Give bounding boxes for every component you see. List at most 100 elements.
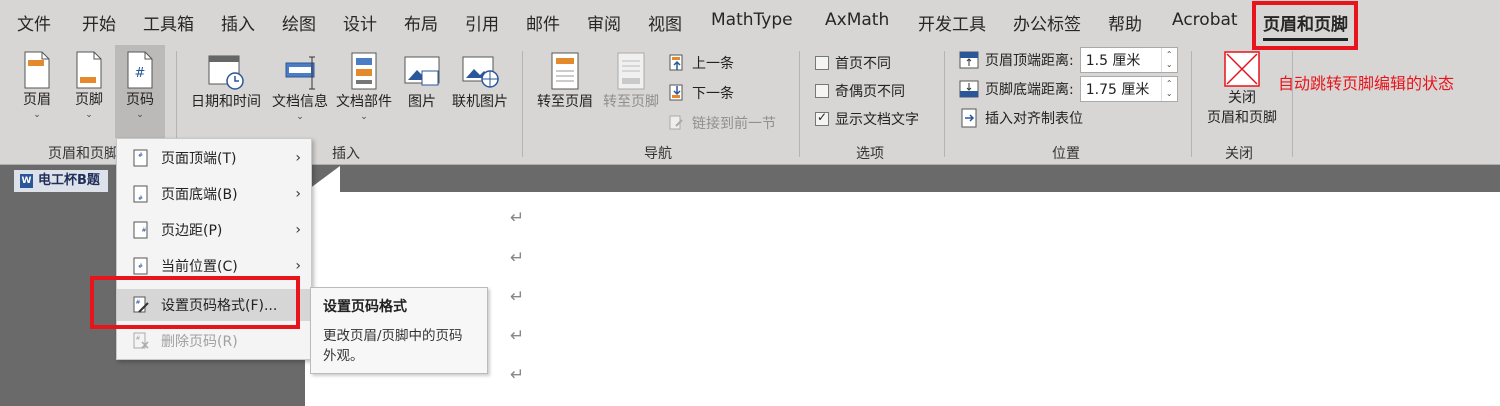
go-to-header-button[interactable]: 转至页眉 [533,51,597,121]
spinner-arrows-icon[interactable]: ⌃ ⌄ [1160,48,1177,72]
document-tab-title: 电工杯B题 [38,173,100,188]
menu-item-label: 页边距(P) [161,223,223,239]
close-label-line1: 关闭 [1228,90,1256,106]
date-time-button[interactable]: 日期和时间 [187,51,265,121]
different-odd-even-checkbox[interactable]: 奇偶页不同 [815,81,905,101]
tab-review[interactable]: 审阅 [587,10,621,35]
group-separator [522,51,523,157]
tooltip-description: 更改页眉/页脚中的页码外观。 [323,328,463,364]
different-first-page-checkbox[interactable]: 首页不同 [815,53,891,73]
footer-bottom-distance-row: 页脚底端距离: 1.75 厘米 ⌃ ⌄ [959,76,1178,102]
group-separator [799,51,800,157]
tab-acrobat[interactable]: Acrobat [1172,10,1238,30]
header-top-distance-label: 页眉顶端距离: [985,53,1074,69]
tooltip-format-page-numbers: 设置页码格式 更改页眉/页脚中的页码外观。 [310,287,488,374]
picture-icon [404,56,440,86]
spinner-arrows-icon[interactable]: ⌃ ⌄ [1160,77,1177,101]
document-parts-button[interactable]: 文档部件 ⌄ [333,51,395,137]
online-pictures-button[interactable]: 联机图片 [447,51,513,121]
menu-item-label: 页面底端(B) [161,187,238,203]
footer-bottom-distance-spinner[interactable]: 1.75 厘米 ⌃ ⌄ [1079,76,1178,102]
menu-item-remove-page-numbers[interactable]: # 删除页码(R) [117,325,311,357]
checkbox-box[interactable] [815,56,829,70]
group-label-close: 关闭 [1225,146,1253,162]
tab-mailings[interactable]: 邮件 [526,10,560,35]
tab-office-tab[interactable]: 办公标签 [1013,10,1081,35]
show-document-text-checkbox[interactable]: 显示文档文字 [815,109,919,129]
footer-bottom-distance-value[interactable]: 1.75 厘米 [1086,79,1150,99]
chevron-right-icon: › [295,150,301,166]
word-doc-icon: W [20,174,33,188]
next-icon [669,84,683,101]
footer-from-bottom-icon [959,80,979,98]
group-label-position: 位置 [1052,146,1080,162]
highlight-box-format-page-numbers [90,276,300,329]
annotation-text: 自动跳转页脚编辑的状态 [1278,74,1455,93]
page-top-icon: # [133,149,148,167]
svg-text:#: # [138,195,143,202]
tab-layout[interactable]: 布局 [404,10,438,35]
go-to-header-icon [551,52,579,90]
group-label-header-footer: 页眉和页脚 [48,146,118,162]
tab-view[interactable]: 视图 [648,10,682,35]
link-to-previous-button[interactable]: 链接到前一节 [668,113,776,133]
date-time-button-label: 日期和时间 [191,94,261,110]
current-position-icon: # [133,257,148,275]
page-number-button[interactable]: # 页码 ⌄ [115,45,165,138]
footer-button[interactable]: 页脚 ⌄ [66,51,112,137]
document-parts-icon [351,52,377,90]
checkbox-box[interactable] [815,84,829,98]
footer-icon [76,51,102,89]
header-icon [24,51,50,89]
paragraph-mark: ↵ [510,326,525,346]
tooltip-title: 设置页码格式 [323,299,407,315]
document-info-button[interactable]: 文档信息 ⌄ [269,51,331,137]
link-icon [669,115,683,130]
show-document-text-label: 显示文档文字 [835,112,919,128]
header-top-distance-spinner[interactable]: 1.5 厘米 ⌃ ⌄ [1079,47,1178,73]
svg-text:#: # [138,152,143,159]
tab-design[interactable]: 设计 [343,10,377,35]
tab-toolbox[interactable]: 工具箱 [143,10,194,35]
tab-insert[interactable]: 插入 [221,10,255,35]
go-to-footer-icon [617,52,645,90]
link-to-previous-label: 链接到前一节 [692,116,776,132]
tab-file[interactable]: 文件 [17,10,51,35]
alignment-tab-icon [961,108,977,128]
menu-item-page-margins[interactable]: # 页边距(P) › [117,214,311,246]
page-margin-icon: # [133,221,148,239]
menu-item-label: 当前位置(C) [161,259,238,275]
insert-alignment-tab-label: 插入对齐制表位 [985,111,1083,127]
menu-item-label: 页面顶端(T) [161,151,237,167]
page-number-button-label: 页码 [126,92,154,108]
previous-icon [669,54,683,71]
go-to-footer-button[interactable]: 转至页脚 [600,51,662,121]
insert-alignment-tab-button[interactable]: 插入对齐制表位 [959,108,1083,128]
footer-bottom-distance-label: 页脚底端距离: [985,82,1074,98]
document-tab[interactable]: W 电工杯B题 [14,170,108,192]
previous-button[interactable]: 上一条 [668,53,734,73]
next-label: 下一条 [692,86,734,102]
svg-text:#: # [135,66,146,81]
next-button[interactable]: 下一条 [668,83,734,103]
svg-text:#: # [141,227,146,234]
checkbox-box-checked[interactable] [815,110,829,126]
tab-developer[interactable]: 开发工具 [918,10,986,35]
header-top-distance-value[interactable]: 1.5 厘米 [1086,50,1141,70]
close-header-footer-button[interactable]: 关闭 页眉和页脚 [1200,51,1284,137]
tab-home[interactable]: 开始 [82,10,116,35]
tab-axmath[interactable]: AxMath [825,10,889,30]
picture-button[interactable]: 图片 [400,51,444,121]
paragraph-mark: ↵ [510,248,525,268]
tab-references[interactable]: 引用 [465,10,499,35]
tab-help[interactable]: 帮助 [1108,10,1142,35]
group-separator [1191,51,1192,157]
tab-draw[interactable]: 绘图 [282,10,316,35]
group-label-insert: 插入 [332,146,360,162]
menu-item-bottom-of-page[interactable]: # 页面底端(B) › [117,178,311,210]
tab-mathtype[interactable]: MathType [711,10,793,30]
menu-item-top-of-page[interactable]: # 页面顶端(T) › [117,142,311,174]
different-first-page-label: 首页不同 [835,56,891,72]
header-button[interactable]: 页眉 ⌄ [14,51,60,137]
group-separator [1292,51,1293,157]
